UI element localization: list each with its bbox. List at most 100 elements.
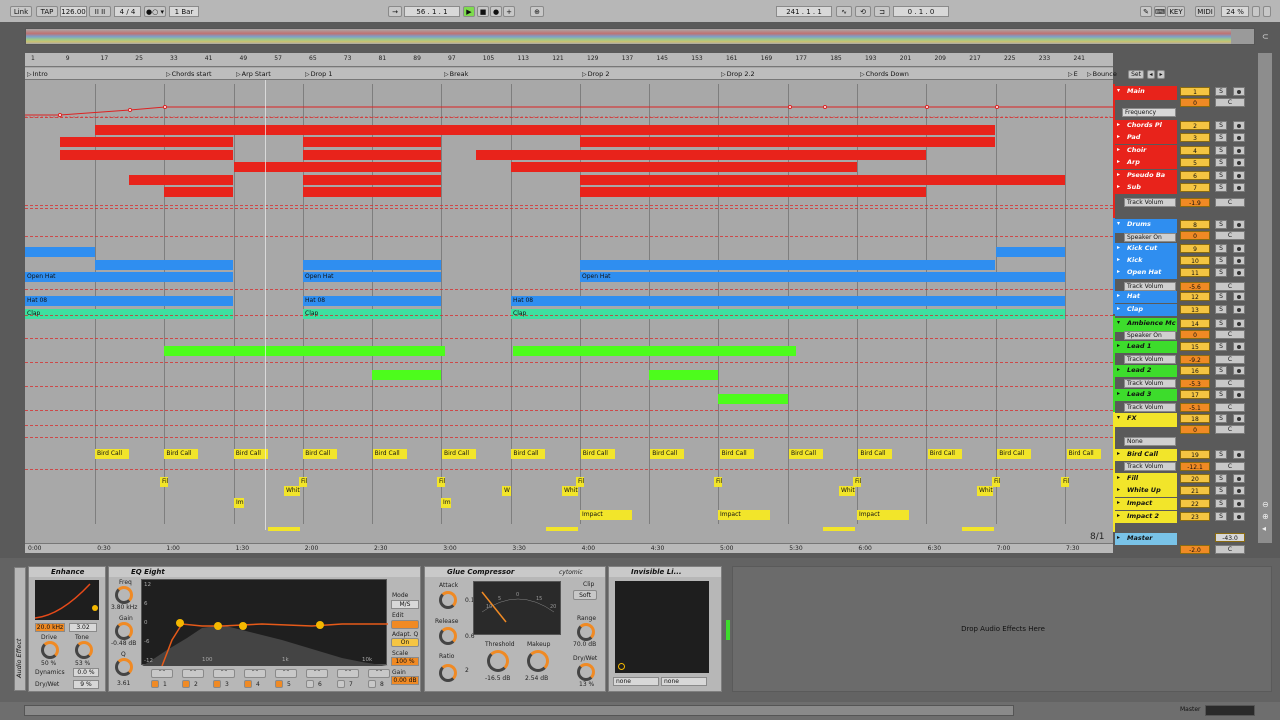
track-header-kick-cut[interactable]: ▸ Kick Cut <box>1115 243 1177 255</box>
track-number[interactable]: 15 <box>1180 342 1210 351</box>
track-header-drums[interactable]: ▾ Drums <box>1115 219 1177 233</box>
track-arrow-icon[interactable]: ▸ <box>1117 304 1120 314</box>
track-header-chords-pl[interactable]: ▸ Chords Pl <box>1115 120 1177 132</box>
solo-button[interactable]: S <box>1215 121 1227 130</box>
locator-intro[interactable]: ▷Intro <box>27 70 48 79</box>
solo-button[interactable]: S <box>1215 256 1227 265</box>
track-number[interactable]: 7 <box>1180 183 1210 192</box>
track-arrow-icon[interactable]: ▸ <box>1117 132 1120 142</box>
solo-button[interactable]: S <box>1215 450 1227 459</box>
attack-knob[interactable] <box>439 591 457 609</box>
arm-button[interactable] <box>1233 183 1245 192</box>
eq-band-filter-button[interactable]: ⌒ <box>368 669 390 678</box>
track-volume-chooser[interactable]: Track Volum <box>1124 379 1176 388</box>
track-number[interactable]: 14 <box>1180 319 1210 328</box>
track-header-impact-2[interactable]: ▸ Impact 2 <box>1115 511 1177 523</box>
track-volume-chooser[interactable]: Track Volum <box>1124 462 1176 471</box>
key-map-button[interactable]: KEY <box>1167 6 1185 17</box>
automation-value[interactable]: -12.1 <box>1180 462 1210 471</box>
track-arrow-icon[interactable]: ▸ <box>1117 511 1120 521</box>
follow-button[interactable]: → <box>388 6 402 17</box>
punch-button[interactable]: ⊐ <box>874 6 890 17</box>
track-number[interactable]: 23 <box>1180 512 1210 521</box>
eq-band-filter-button[interactable]: ⌒ <box>244 669 266 678</box>
loop-switch[interactable]: ⟲ <box>855 6 871 17</box>
fold-arrow-icon[interactable]: ▾ <box>1117 86 1120 96</box>
center-button[interactable]: C <box>1215 231 1245 240</box>
locator-arp-start[interactable]: ▷Arp Start <box>236 70 271 79</box>
solo-button[interactable]: S <box>1215 158 1227 167</box>
overview-zoom-icon[interactable]: ⊂ <box>1262 32 1270 42</box>
track-number[interactable]: 5 <box>1180 158 1210 167</box>
locator-drop-2[interactable]: ▷Drop 2 <box>582 70 609 79</box>
track-arrow-icon[interactable]: ▸ <box>1117 341 1120 351</box>
track-arrow-icon[interactable]: ▸ <box>1117 182 1120 192</box>
eq-band-toggle[interactable] <box>244 680 252 688</box>
eq-display[interactable]: 12 6 0 -6 -12 100 1k 10k <box>141 579 388 667</box>
center-button[interactable]: C <box>1215 545 1245 554</box>
solo-button[interactable]: S <box>1215 87 1227 96</box>
arm-button[interactable] <box>1233 158 1245 167</box>
arm-button[interactable] <box>1233 414 1245 423</box>
soft-clip-button[interactable]: Soft <box>573 590 597 600</box>
solo-button[interactable]: S <box>1215 474 1227 483</box>
fx-none-chooser[interactable]: None <box>1124 437 1176 446</box>
eq-band-filter-button[interactable]: ⌒ <box>275 669 297 678</box>
track-arrow-icon[interactable]: ▸ <box>1117 449 1120 459</box>
automation-value[interactable]: -5.1 <box>1180 403 1210 412</box>
solo-button[interactable]: S <box>1215 292 1227 301</box>
track-header-white-up[interactable]: ▸ White Up <box>1115 485 1177 497</box>
arm-button[interactable] <box>1233 366 1245 375</box>
arm-button[interactable] <box>1233 450 1245 459</box>
track-header-fx[interactable]: ▾ FX <box>1115 413 1177 427</box>
center-button[interactable]: C <box>1215 282 1245 291</box>
eq-band-filter-button[interactable]: ⌒ <box>182 669 204 678</box>
arm-button[interactable] <box>1233 390 1245 399</box>
eq-band-filter-button[interactable]: ⌒ <box>306 669 328 678</box>
speaker-chooser[interactable]: Speaker On <box>1124 233 1176 242</box>
arm-button[interactable] <box>1233 268 1245 277</box>
track-volume[interactable]: 0 <box>1180 98 1210 107</box>
solo-button[interactable]: S <box>1215 390 1227 399</box>
threshold-knob[interactable] <box>487 650 509 672</box>
drive-knob[interactable] <box>41 641 59 659</box>
solo-button[interactable]: S <box>1215 305 1227 314</box>
track-arrow-icon[interactable]: ▸ <box>1117 533 1120 543</box>
track-arrow-icon[interactable]: ▸ <box>1117 291 1120 301</box>
next-locator-button[interactable]: ▸ <box>1157 70 1165 79</box>
track-volume[interactable]: 0 <box>1180 231 1210 240</box>
zoom-out-icon[interactable]: ⊖ <box>1262 500 1269 509</box>
track-header-kick[interactable]: ▸ Kick <box>1115 255 1177 267</box>
arm-button[interactable] <box>1233 512 1245 521</box>
track-number[interactable]: 18 <box>1180 414 1210 423</box>
center-button[interactable]: C <box>1215 379 1245 388</box>
fold-arrow-icon[interactable]: ▾ <box>1117 318 1120 328</box>
set-locator-button[interactable]: Set <box>1128 70 1144 79</box>
solo-button[interactable]: S <box>1215 220 1227 229</box>
eq-band-filter-button[interactable]: ⌒ <box>151 669 173 678</box>
track-volume[interactable]: 0 <box>1180 330 1210 339</box>
arm-button[interactable] <box>1233 146 1245 155</box>
track-arrow-icon[interactable]: ▸ <box>1117 157 1120 167</box>
quantize-chooser[interactable]: 1 Bar <box>169 6 199 17</box>
locator-drop-1[interactable]: ▷Drop 1 <box>305 70 332 79</box>
arm-button[interactable] <box>1233 305 1245 314</box>
track-volume-chooser[interactable]: Track Volum <box>1124 282 1176 291</box>
solo-button[interactable]: S <box>1215 133 1227 142</box>
track-header-open-hat[interactable]: ▸ Open Hat <box>1115 267 1177 279</box>
track-number[interactable]: 10 <box>1180 256 1210 265</box>
track-header-ambience-mc[interactable]: ▾ Ambience Mc <box>1115 318 1177 332</box>
arm-button[interactable] <box>1233 87 1245 96</box>
track-number[interactable]: 16 <box>1180 366 1210 375</box>
arm-button[interactable] <box>1233 133 1245 142</box>
glue-drywet-knob[interactable] <box>577 663 595 681</box>
center-button[interactable]: C <box>1215 330 1245 339</box>
arm-button[interactable] <box>1233 171 1245 180</box>
time-ruler[interactable] <box>25 543 1113 553</box>
track-arrow-icon[interactable]: ▸ <box>1117 243 1120 253</box>
eq-band-toggle[interactable] <box>151 680 159 688</box>
center-button[interactable]: C <box>1215 355 1245 364</box>
arm-button[interactable] <box>1233 319 1245 328</box>
track-header-master[interactable]: ▸ Master <box>1115 533 1177 545</box>
pencil-icon[interactable]: ✎ <box>1140 6 1152 17</box>
